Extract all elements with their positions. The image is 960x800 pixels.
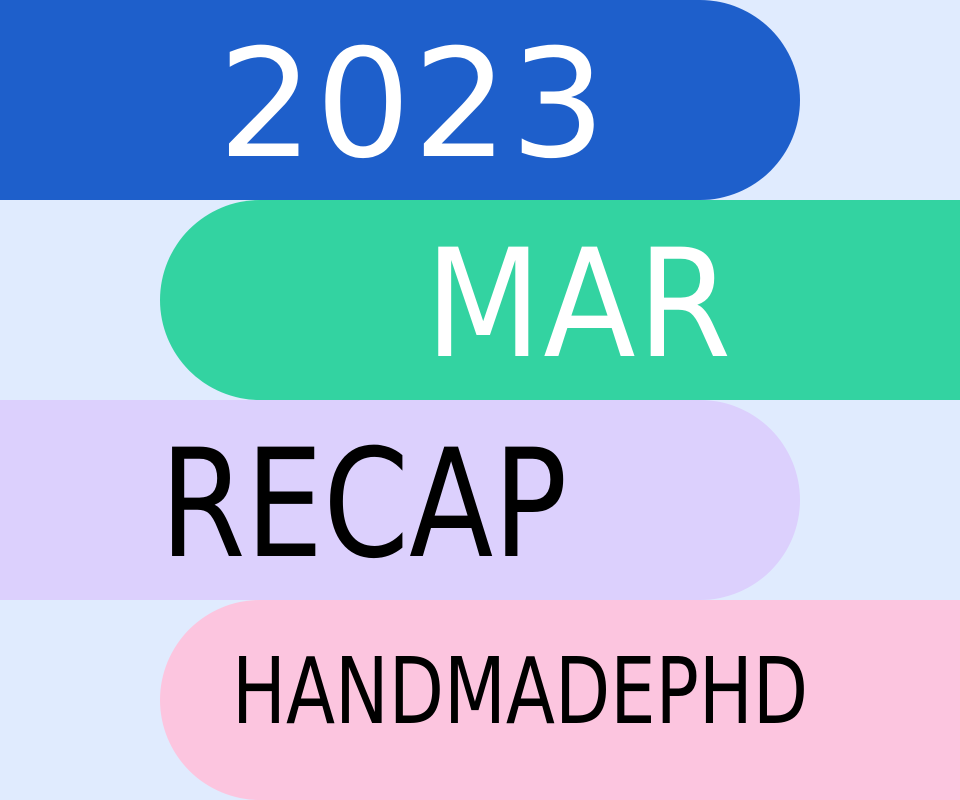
year-text: 2023 xyxy=(218,18,608,192)
recap-graphic: { "year": "2023", "month": "MAR", "title… xyxy=(0,0,960,800)
month-text: MAR xyxy=(425,218,734,392)
recap-title: RECAP xyxy=(160,418,568,592)
brand-name: HANDMADEPHD xyxy=(232,638,809,745)
